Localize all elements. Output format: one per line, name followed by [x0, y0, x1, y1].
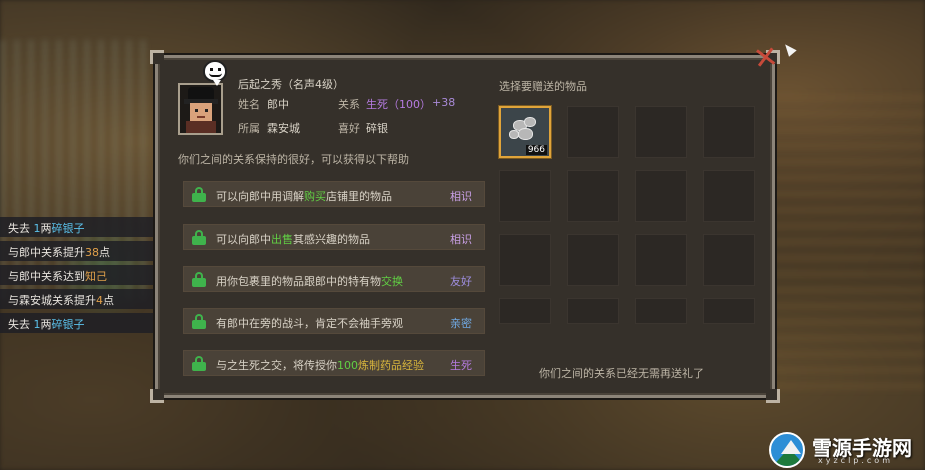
likes-label: 喜好 [338, 122, 360, 135]
relation-label: 关系 [338, 98, 360, 111]
inventory-slot[interactable] [567, 234, 619, 286]
log-item: 失去 1两碎银子 [0, 313, 158, 333]
unlocked-icon [192, 187, 206, 202]
help-row-buy: 可以向郎中用调解购买店铺里的物品 相识 [183, 181, 485, 207]
help-level: 相识 [450, 190, 472, 203]
inventory-slot[interactable] [567, 298, 619, 324]
frame-corner [766, 389, 780, 403]
watermark-logo [769, 432, 805, 468]
smile-emote-icon [203, 60, 227, 86]
inventory-slot[interactable] [635, 298, 687, 324]
help-level: 友好 [450, 275, 472, 288]
inventory-slot[interactable] [499, 298, 551, 324]
help-row-battle: 有郎中在旁的战斗，肯定不会袖手旁观 亲密 [183, 308, 485, 334]
inventory-slot[interactable] [567, 106, 619, 158]
gift-heading: 选择要赠送的物品 [499, 80, 587, 93]
frame-corner [150, 50, 164, 64]
close-icon[interactable]: ✕ [750, 39, 782, 77]
npc-relationship-dialog: 后起之秀（名声4级） 姓名 郎中 关系 生死（100） +38 所属 霖安城 喜… [150, 50, 780, 403]
unlocked-icon [192, 356, 206, 371]
inventory-slot[interactable] [567, 170, 619, 222]
frame-corner [150, 389, 164, 403]
help-row-sell: 可以向郎中出售其感兴趣的物品 相识 [183, 224, 485, 250]
inventory-slot[interactable] [635, 106, 687, 158]
inventory-slot[interactable] [703, 234, 755, 286]
name-label: 姓名 [238, 98, 260, 111]
gift-notice: 你们之间的关系已经无需再送礼了 [539, 367, 704, 380]
relation-value: 生死（100） [366, 98, 431, 111]
help-level: 相识 [450, 233, 472, 246]
log-item: 失去 1两碎银子 [0, 217, 158, 237]
inventory-slot[interactable] [703, 298, 755, 324]
unlocked-icon [192, 230, 206, 245]
help-level: 生死 [450, 359, 472, 372]
inventory-slot[interactable] [635, 170, 687, 222]
inventory-slot[interactable] [499, 170, 551, 222]
inventory-slot[interactable] [703, 170, 755, 222]
npc-fame-title: 后起之秀（名声4级） [238, 78, 344, 91]
inventory-slot-selected[interactable]: 966 [499, 106, 551, 158]
world-wall-blur [765, 90, 925, 390]
log-item: 与霖安城关系提升4点 [0, 289, 158, 309]
belong-label: 所属 [238, 122, 260, 135]
inventory-slot[interactable] [499, 234, 551, 286]
log-item: 与郎中关系达到知己 [0, 265, 158, 285]
help-intro: 你们之间的关系保持的很好，可以获得以下帮助 [178, 153, 409, 166]
log-item: 与郎中关系提升38点 [0, 241, 158, 261]
unlocked-icon [192, 272, 206, 287]
help-level: 亲密 [450, 317, 472, 330]
npc-portrait [178, 83, 223, 135]
help-row-exchange: 用你包裹里的物品跟郎中的特有物交换 友好 [183, 266, 485, 292]
help-row-teach: 与之生死之交，将传授你100炼制药品经验 生死 [183, 350, 485, 376]
npc-faction: 霖安城 [267, 122, 300, 135]
npc-likes: 碎银 [366, 122, 388, 135]
watermark-url: xyzclp.com [818, 456, 893, 465]
item-count: 966 [525, 145, 547, 155]
inventory-slot[interactable] [703, 106, 755, 158]
relation-bonus: +38 [432, 96, 456, 109]
npc-name: 郎中 [267, 98, 289, 111]
unlocked-icon [192, 314, 206, 329]
inventory-slot[interactable] [635, 234, 687, 286]
